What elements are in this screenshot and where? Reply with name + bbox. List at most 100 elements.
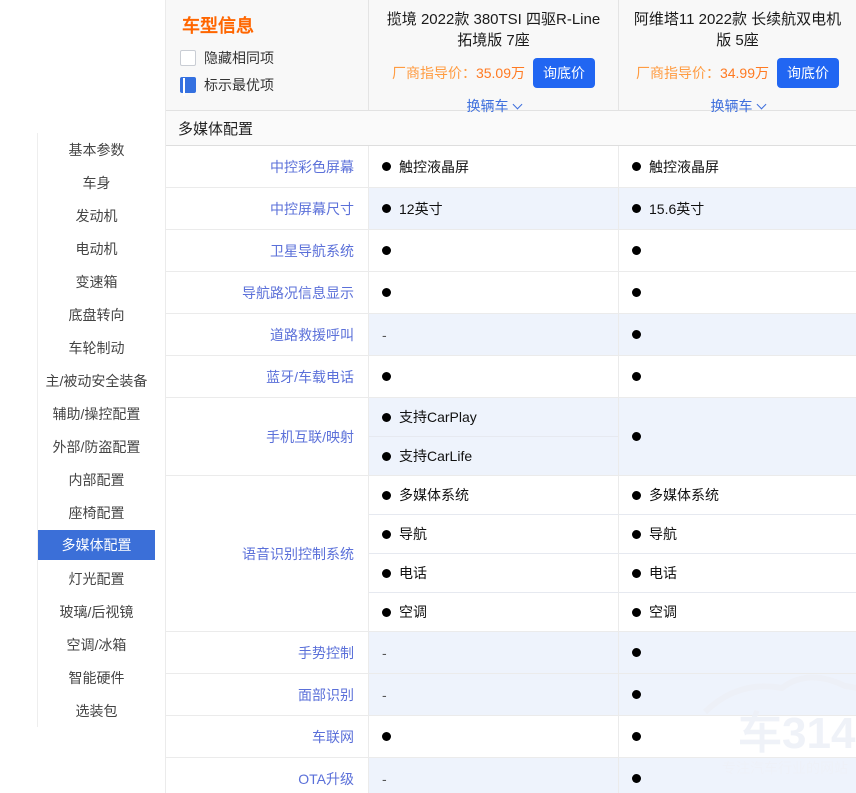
sidebar-item[interactable]: 智能硬件 <box>38 661 155 694</box>
mark-best-label: 标示最优项 <box>204 75 274 95</box>
sidebar-item[interactable]: 内部配置 <box>38 463 155 496</box>
car2-price-label: 厂商指导价： <box>636 63 720 83</box>
feature-value-cell: 多媒体系统导航电话空调 <box>619 476 856 631</box>
feature-value <box>619 716 856 757</box>
dot-icon <box>382 162 391 171</box>
sidebar-item[interactable]: 变速箱 <box>38 265 155 298</box>
hide-same-checkbox-row[interactable]: 隐藏相同项 <box>180 48 354 68</box>
car-compare-page: 基本参数车身发动机电动机变速箱底盘转向车轮制动主/被动安全装备辅助/操控配置外部… <box>0 0 856 793</box>
sidebar-item[interactable]: 车轮制动 <box>38 331 155 364</box>
feature-value-cell <box>619 230 856 271</box>
sidebar-item[interactable]: 主/被动安全装备 <box>38 364 155 397</box>
car2-price-line: 厂商指导价： 34.99万 询底价 <box>633 58 842 88</box>
feature-value <box>369 356 618 397</box>
row-label-link[interactable]: 手势控制 <box>166 632 369 673</box>
dot-icon <box>382 288 391 297</box>
mark-best-checkbox-row[interactable]: 标示最优项 <box>180 75 354 95</box>
feature-value: 支持CarPlay <box>369 398 618 436</box>
hide-same-checkbox[interactable] <box>180 50 196 66</box>
feature-value: 电话 <box>619 553 856 592</box>
table-body: 中控彩色屏幕触控液晶屏触控液晶屏中控屏幕尺寸12英寸15.6英寸卫星导航系统导航… <box>166 146 856 793</box>
sidebar-item[interactable]: 玻璃/后视镜 <box>38 595 155 628</box>
feature-value <box>619 674 856 715</box>
feature-value <box>619 398 856 475</box>
feature-value-cell <box>619 674 856 715</box>
feature-value-cell <box>369 356 619 397</box>
feature-value <box>619 632 856 673</box>
table-header: 车型信息 隐藏相同项 标示最优项 揽境 2022款 380TSI 四驱R-Lin… <box>166 0 856 111</box>
hide-same-label: 隐藏相同项 <box>204 48 274 68</box>
sidebar-item[interactable]: 座椅配置 <box>38 496 155 529</box>
feature-value-cell <box>619 272 856 313</box>
mark-best-checkbox[interactable] <box>180 77 196 93</box>
row-label-link[interactable]: 中控彩色屏幕 <box>166 146 369 187</box>
car1-name[interactable]: 揽境 2022款 380TSI 四驱R-Line 拓境版 7座 <box>383 9 604 51</box>
sidebar-item[interactable]: 选装包 <box>38 694 155 727</box>
feature-value-cell: - <box>369 632 619 673</box>
car1-price-value: 35.09万 <box>476 63 525 83</box>
feature-value-cell: 12英寸 <box>369 188 619 229</box>
feature-value <box>619 758 856 793</box>
row-label-link[interactable]: 道路救援呼叫 <box>166 314 369 355</box>
feature-value <box>369 230 618 271</box>
car2-switch-link[interactable]: 换辆车 <box>711 96 765 116</box>
dot-icon <box>382 530 391 539</box>
sidebar-item[interactable]: 发动机 <box>38 199 155 232</box>
dot-icon <box>382 569 391 578</box>
row-label-link[interactable]: 面部识别 <box>166 674 369 715</box>
feature-value: - <box>369 632 618 673</box>
car1-switch-link[interactable]: 换辆车 <box>467 96 521 116</box>
dot-icon <box>632 608 641 617</box>
car1-inquiry-button[interactable]: 询底价 <box>533 58 595 88</box>
row-label-link[interactable]: 导航路况信息显示 <box>166 272 369 313</box>
sidebar-item[interactable]: 空调/冰箱 <box>38 628 155 661</box>
sidebar-item[interactable]: 底盘转向 <box>38 298 155 331</box>
car2-price-value: 34.99万 <box>720 63 769 83</box>
row-label-link[interactable]: 语音识别控制系统 <box>166 476 369 631</box>
feature-value: 导航 <box>369 514 618 553</box>
row-label-link[interactable]: 手机互联/映射 <box>166 398 369 475</box>
feature-value: 多媒体系统 <box>619 476 856 514</box>
feature-value <box>619 314 856 355</box>
sidebar-item[interactable]: 外部/防盗配置 <box>38 430 155 463</box>
row-label-link[interactable]: 车联网 <box>166 716 369 757</box>
dot-icon <box>382 204 391 213</box>
feature-value: 空调 <box>619 592 856 631</box>
sidebar-item[interactable]: 多媒体配置 <box>38 530 155 560</box>
row-label-link[interactable]: 卫星导航系统 <box>166 230 369 271</box>
dot-icon <box>632 204 641 213</box>
feature-value-cell <box>619 716 856 757</box>
table-row: 手机互联/映射支持CarPlay支持CarLife <box>166 398 856 476</box>
dot-icon <box>632 774 641 783</box>
table-row: 语音识别控制系统 多媒体系统导航电话空调多媒体系统导航电话空调 <box>166 476 856 632</box>
feature-value-cell: 支持CarPlay支持CarLife <box>369 398 619 475</box>
sidebar-item[interactable]: 灯光配置 <box>38 562 155 595</box>
car2-inquiry-button[interactable]: 询底价 <box>777 58 839 88</box>
dot-icon <box>382 413 391 422</box>
dot-icon <box>382 491 391 500</box>
dot-icon <box>632 569 641 578</box>
dot-icon <box>632 372 641 381</box>
dot-icon <box>632 162 641 171</box>
car2-name[interactable]: 阿维塔11 2022款 长续航双电机版 5座 <box>633 9 842 51</box>
chevron-down-icon <box>756 100 766 110</box>
dot-icon <box>632 330 641 339</box>
section-title: 多媒体配置 <box>166 111 856 146</box>
sidebar-item[interactable]: 基本参数 <box>38 133 155 166</box>
feature-value <box>369 716 618 757</box>
feature-value <box>369 272 618 313</box>
sidebar-item[interactable]: 辅助/操控配置 <box>38 397 155 430</box>
car1-price-line: 厂商指导价： 35.09万 询底价 <box>383 58 604 88</box>
feature-value-cell: 触控液晶屏 <box>619 146 856 187</box>
sidebar-item[interactable]: 车身 <box>38 166 155 199</box>
row-label-link[interactable]: 中控屏幕尺寸 <box>166 188 369 229</box>
sidebar-item[interactable]: 电动机 <box>38 232 155 265</box>
table-row: 蓝牙/车载电话 <box>166 356 856 398</box>
feature-value <box>619 272 856 313</box>
dot-icon <box>382 372 391 381</box>
row-label-link[interactable]: OTA升级 <box>166 758 369 793</box>
row-label-link[interactable]: 蓝牙/车载电话 <box>166 356 369 397</box>
table-row: 手势控制- <box>166 632 856 674</box>
table-row: OTA升级- <box>166 758 856 793</box>
panel-title: 车型信息 <box>182 12 354 38</box>
